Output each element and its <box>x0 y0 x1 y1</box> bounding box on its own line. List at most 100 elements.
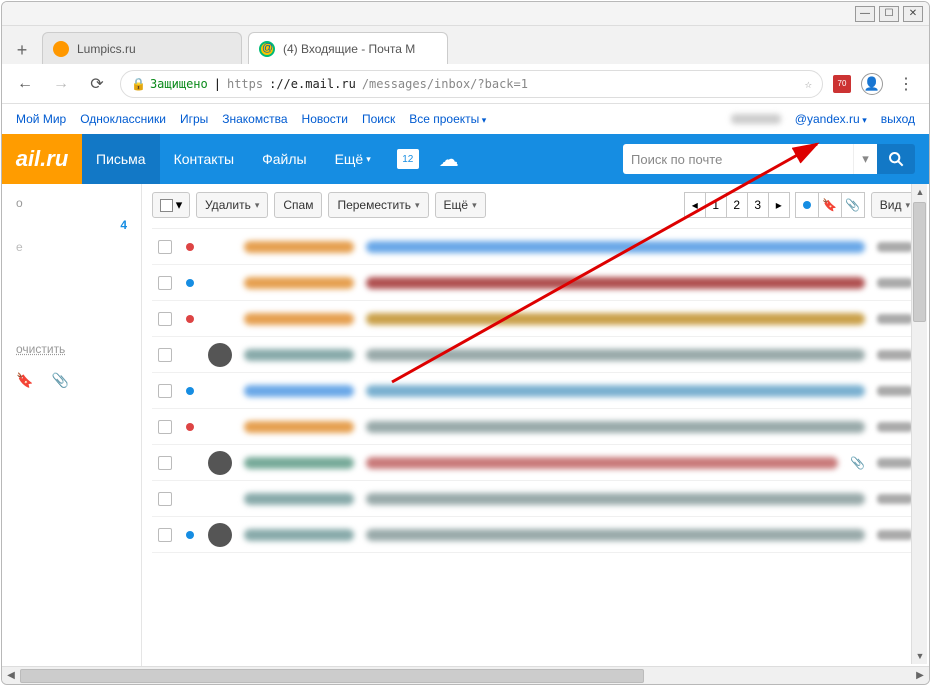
scroll-up-arrow[interactable]: ▲ <box>912 184 928 200</box>
logout-link[interactable]: выход <box>881 112 915 126</box>
subject-blurred <box>366 277 865 289</box>
message-row[interactable] <box>152 265 919 301</box>
mailru-logo[interactable]: ail.ru <box>1 134 82 184</box>
cloud-icon[interactable]: ☁ <box>439 147 459 172</box>
row-time-blurred <box>877 530 913 540</box>
window-minimize-button[interactable]: — <box>855 6 875 22</box>
row-checkbox[interactable] <box>158 312 172 326</box>
mail-search-button[interactable] <box>877 144 915 174</box>
user-email-domain[interactable]: @yandex.ru ▾ <box>795 112 867 126</box>
nav-more[interactable]: Ещё▾ <box>321 134 385 184</box>
horizontal-scrollbar[interactable]: ◀ ▶ <box>2 666 929 684</box>
browser-tab-mailru[interactable]: (4) Входящие - Почта M <box>248 32 448 64</box>
nav-contacts[interactable]: Контакты <box>160 134 248 184</box>
spam-button[interactable]: Спам <box>274 192 322 218</box>
reload-button[interactable]: ⟳ <box>84 71 110 97</box>
mailru-primary-nav: Письма Контакты Файлы Ещё▾ <box>82 134 385 184</box>
window-close-button[interactable]: ✕ <box>903 6 923 22</box>
sidebar-inbox-row[interactable]: 4 <box>10 214 133 236</box>
mail-search-input[interactable]: Поиск по почте <box>623 144 853 174</box>
row-checkbox[interactable] <box>158 492 172 506</box>
toplink-search[interactable]: Поиск <box>362 112 395 126</box>
scroll-left-arrow[interactable]: ◀ <box>2 667 20 685</box>
message-row[interactable] <box>152 229 919 265</box>
pager-page-2[interactable]: 2 <box>726 192 748 218</box>
browser-tab-strip: + Lumpics.ru (4) Входящие - Почта M <box>2 26 929 64</box>
toplink-games[interactable]: Игры <box>180 112 208 126</box>
pager-next[interactable]: ▸ <box>768 192 790 218</box>
scroll-right-arrow[interactable]: ▶ <box>911 667 929 685</box>
sidebar-compose-row[interactable]: о <box>10 192 133 214</box>
message-row[interactable] <box>152 301 919 337</box>
message-row[interactable] <box>152 481 919 517</box>
mailru-global-nav: Мой Мир Одноклассники Игры Знакомства Но… <box>2 104 929 134</box>
message-row[interactable] <box>152 337 919 373</box>
row-status-icon <box>184 387 196 395</box>
row-checkbox[interactable] <box>158 384 172 398</box>
toplink-dating[interactable]: Знакомства <box>222 112 287 126</box>
row-time-blurred <box>877 278 913 288</box>
row-checkbox[interactable] <box>158 240 172 254</box>
row-checkbox[interactable] <box>158 276 172 290</box>
filter-indicators: 🔖 📎 <box>796 192 865 218</box>
row-checkbox[interactable] <box>158 456 172 470</box>
message-row[interactable] <box>152 373 919 409</box>
calendar-icon[interactable]: 12 <box>397 149 419 169</box>
row-checkbox[interactable] <box>158 348 172 362</box>
magnifier-icon <box>888 151 904 167</box>
vertical-scroll-thumb[interactable] <box>913 202 926 322</box>
lock-icon: 🔒 <box>131 77 146 91</box>
secure-badge: 🔒 Защищено <box>131 77 208 91</box>
pager-page-1[interactable]: 1 <box>705 192 727 218</box>
back-button[interactable]: ← <box>12 71 38 97</box>
favicon-lumpics-icon <box>53 41 69 57</box>
subject-blurred <box>366 385 865 397</box>
filter-flagged[interactable]: 🔖 <box>818 192 842 218</box>
scroll-down-arrow[interactable]: ▼ <box>912 648 928 664</box>
message-row[interactable] <box>152 517 919 553</box>
nav-files[interactable]: Файлы <box>248 134 320 184</box>
subject-blurred <box>366 313 865 325</box>
new-tab-button[interactable]: + <box>8 36 36 64</box>
extension-shield-icon[interactable]: 70 <box>833 75 851 93</box>
row-checkbox[interactable] <box>158 420 172 434</box>
flag-icon[interactable]: 🔖 <box>16 372 33 389</box>
window-maximize-button[interactable]: ☐ <box>879 6 899 22</box>
profile-avatar-icon[interactable]: 👤 <box>861 73 883 95</box>
row-time-blurred <box>877 314 913 324</box>
forward-button[interactable]: → <box>48 71 74 97</box>
sender-name-blurred <box>244 493 354 505</box>
sender-avatar <box>208 523 232 547</box>
select-all-checkbox[interactable]: ▾ <box>152 192 190 218</box>
vertical-scrollbar[interactable]: ▲ ▼ <box>911 184 927 664</box>
sidebar-folder-row[interactable]: е <box>10 236 133 258</box>
message-row[interactable]: 📎 <box>152 445 919 481</box>
filter-unread[interactable] <box>795 192 819 218</box>
nav-letters[interactable]: Письма <box>82 134 160 184</box>
toplink-allprojects[interactable]: Все проекты ▾ <box>409 112 486 126</box>
address-bar[interactable]: 🔒 Защищено | https ://e.mail.ru /message… <box>120 70 823 98</box>
mail-search-scope-dropdown[interactable]: ▾ <box>853 144 877 174</box>
toplink-moimir[interactable]: Мой Мир <box>16 112 66 126</box>
mailru-header: ail.ru Письма Контакты Файлы Ещё▾ 12 ☁ П… <box>2 134 929 184</box>
row-status-icon <box>184 243 196 251</box>
bookmark-star-icon[interactable]: ☆ <box>805 77 812 91</box>
row-checkbox[interactable] <box>158 528 172 542</box>
browser-menu-button[interactable]: ⋮ <box>893 71 919 97</box>
browser-tab-lumpics[interactable]: Lumpics.ru <box>42 32 242 64</box>
pager-prev[interactable]: ◂ <box>684 192 706 218</box>
message-list: 📎 <box>152 228 919 553</box>
move-button[interactable]: Переместить▾ <box>328 192 428 218</box>
pager-page-3[interactable]: 3 <box>747 192 769 218</box>
message-row[interactable] <box>152 409 919 445</box>
more-button[interactable]: Ещё▾ <box>435 192 486 218</box>
delete-button[interactable]: Удалить▾ <box>196 192 268 218</box>
sidebar-clear-link[interactable]: очистить <box>10 338 133 360</box>
sender-name-blurred <box>244 313 354 325</box>
attachment-icon[interactable]: 📎 <box>51 372 68 389</box>
toplink-news[interactable]: Новости <box>302 112 348 126</box>
toplink-odnoklassniki[interactable]: Одноклассники <box>80 112 166 126</box>
row-time-blurred <box>877 350 913 360</box>
filter-attachment[interactable]: 📎 <box>841 192 865 218</box>
horizontal-scroll-thumb[interactable] <box>20 669 644 683</box>
